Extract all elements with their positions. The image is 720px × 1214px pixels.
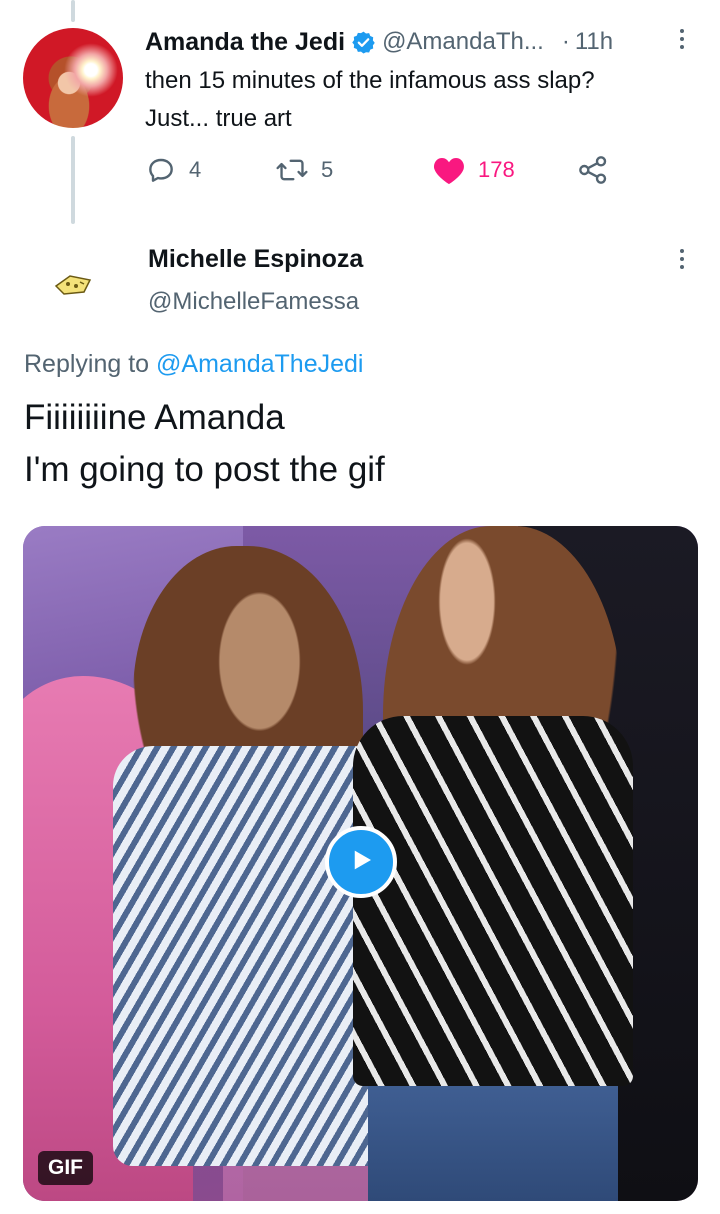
share-button[interactable] xyxy=(577,150,609,190)
thread-line-bottom xyxy=(71,136,75,224)
tweet-text-line: then 15 minutes of the infamous ass slap… xyxy=(145,67,595,94)
play-icon xyxy=(346,845,376,880)
share-icon xyxy=(577,154,609,186)
replying-to-label: Replying to xyxy=(24,350,150,378)
tweet-text: Fiiiiiiiine Amanda I'm going to post the… xyxy=(24,392,385,496)
tweet-text-line: Just... true art xyxy=(145,105,292,132)
tweet-text: then 15 minutes of the infamous ass slap… xyxy=(145,62,705,138)
retweet-icon xyxy=(275,154,309,186)
more-vertical-icon[interactable] xyxy=(678,249,686,269)
tweet-header: Amanda the Jedi @AmandaTh... · 11h xyxy=(145,22,698,62)
timestamp[interactable]: 11h xyxy=(575,28,613,56)
reply-count: 4 xyxy=(189,157,202,182)
gif-badge: GIF xyxy=(38,1151,93,1185)
author-handle[interactable]: @MichelleFamessa xyxy=(148,288,359,316)
replying-to: Replying to @AmandaTheJedi xyxy=(24,350,363,379)
tweet-text-line: I'm going to post the gif xyxy=(24,450,385,489)
replying-to-mention[interactable]: @AmandaTheJedi xyxy=(156,350,363,378)
author-name[interactable]: Michelle Espinoza xyxy=(148,245,363,274)
like-count: 178 xyxy=(478,157,515,182)
tweet-text-line: Fiiiiiiiine Amanda xyxy=(24,398,285,437)
like-button[interactable]: 178 xyxy=(432,150,515,190)
avatar[interactable] xyxy=(50,266,96,302)
avatar[interactable] xyxy=(23,28,123,128)
thread-line-top xyxy=(71,0,75,22)
more-vertical-icon[interactable] xyxy=(678,29,686,49)
gif-media[interactable]: GIF xyxy=(23,526,698,1201)
separator-dot: · xyxy=(561,28,570,55)
media-figure xyxy=(353,716,633,1086)
author-handle[interactable]: @AmandaTh... xyxy=(382,28,544,56)
retweet-count: 5 xyxy=(321,157,334,182)
reply-button[interactable]: 4 xyxy=(145,150,201,190)
author-name[interactable]: Amanda the Jedi xyxy=(145,28,345,57)
media-figure xyxy=(368,1086,618,1201)
reply-icon xyxy=(145,154,177,186)
heart-icon xyxy=(432,154,466,186)
retweet-button[interactable]: 5 xyxy=(275,150,333,190)
tweet-actions: 4 5 178 xyxy=(145,150,625,190)
play-button[interactable] xyxy=(325,826,397,898)
verified-badge-icon xyxy=(351,30,376,55)
